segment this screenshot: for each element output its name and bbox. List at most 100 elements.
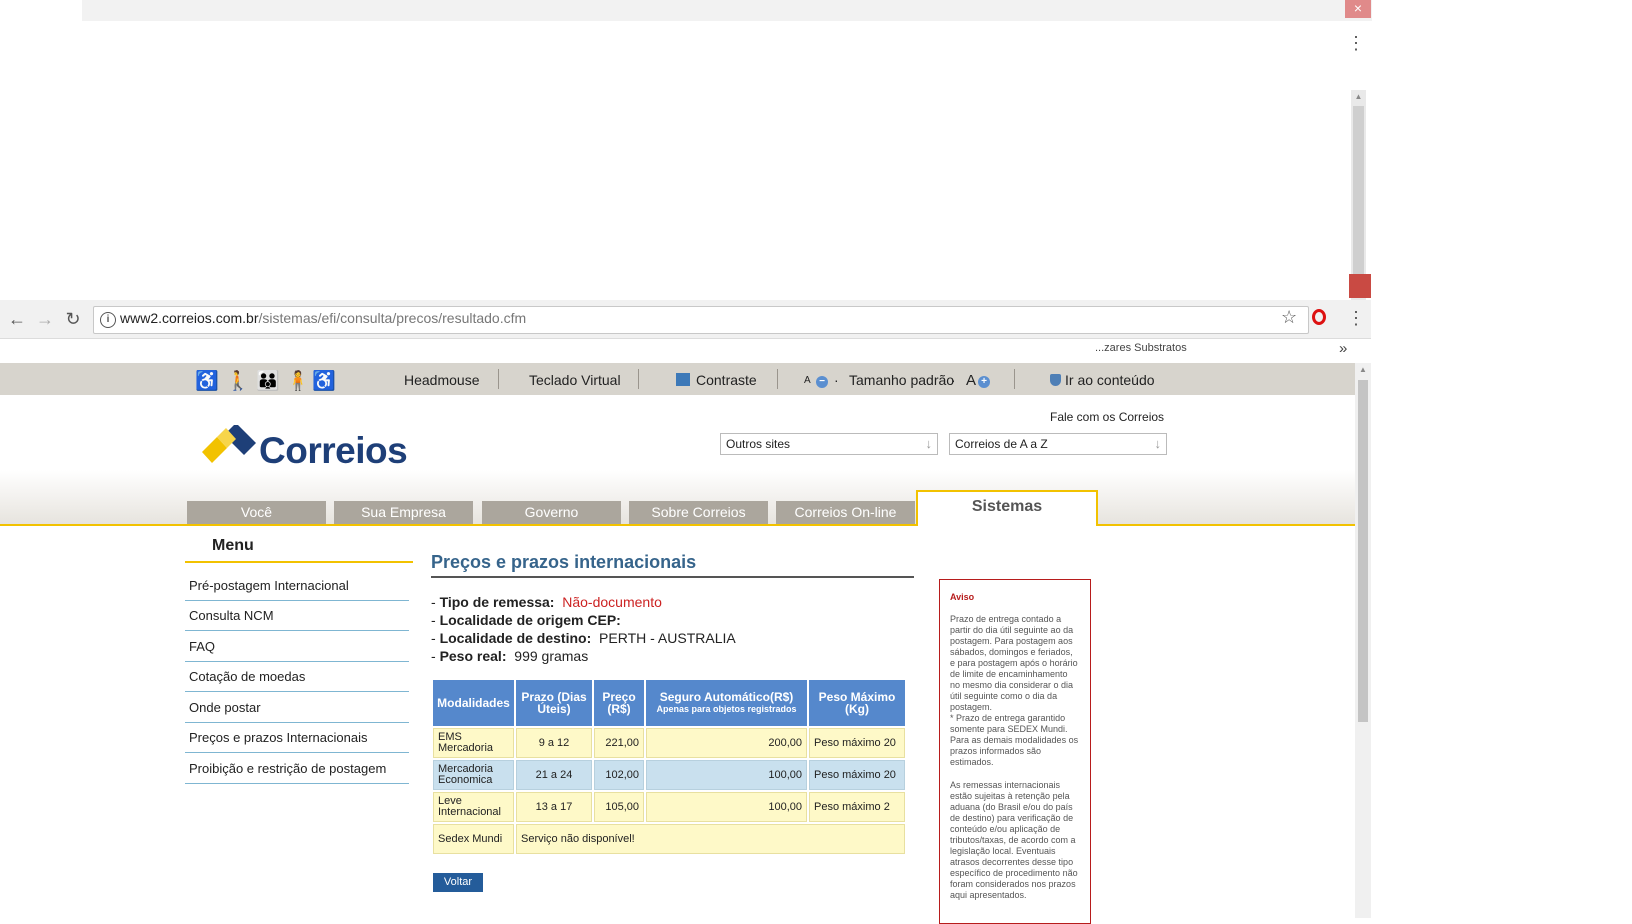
scroll-up-icon[interactable]: ▲ bbox=[1351, 90, 1366, 104]
outros-sites-select[interactable]: Outros sites ↓ bbox=[720, 433, 938, 455]
contraste-link[interactable]: Contraste bbox=[696, 372, 757, 388]
tab-correios-online[interactable]: Correios On-line bbox=[776, 501, 915, 524]
modalidade-cell: Sedex Mundi bbox=[433, 824, 514, 854]
close-icon[interactable]: × bbox=[1345, 0, 1371, 18]
kebab-icon[interactable]: ⋮ bbox=[1347, 34, 1365, 54]
prazo-cell: 13 a 17 bbox=[516, 792, 592, 822]
origem-line: - Localidade de origem CEP: bbox=[431, 612, 621, 628]
unavailable-cell: Serviço não disponível! bbox=[516, 824, 905, 854]
tab-sua-empresa[interactable]: Sua Empresa bbox=[334, 501, 473, 524]
teclado-virtual-link[interactable]: Teclado Virtual bbox=[529, 372, 621, 388]
seguro-cell: 100,00 bbox=[646, 760, 807, 790]
forward-arrow-icon[interactable]: → bbox=[34, 308, 56, 330]
origem-label: Localidade de origem CEP: bbox=[439, 612, 621, 628]
wheelchair-icon[interactable]: ♿ bbox=[312, 369, 336, 393]
fale-com-correios-link[interactable]: Fale com os Correios bbox=[1050, 410, 1164, 424]
peso-label: Peso real: bbox=[439, 648, 507, 664]
tab-sobre-correios[interactable]: Sobre Correios bbox=[629, 501, 768, 524]
accessibility-figure-icon[interactable]: 🧍 bbox=[286, 369, 310, 393]
peso-line: - Peso real: 999 gramas bbox=[431, 648, 589, 664]
title-rule bbox=[431, 576, 914, 578]
menu-item-onde-postar[interactable]: Onde postar bbox=[185, 693, 409, 723]
menu-item-pre-postagem[interactable]: Pré-postagem Internacional bbox=[185, 571, 409, 601]
scroll-up-icon[interactable]: ▲ bbox=[1355, 363, 1371, 377]
aviso-box: Aviso Prazo de entrega contado a partir … bbox=[939, 579, 1091, 924]
aviso-text-1: Prazo de entrega contado a partir do dia… bbox=[950, 614, 1078, 712]
url-text[interactable]: www2.correios.com.br/sistemas/efi/consul… bbox=[120, 310, 526, 326]
reload-icon[interactable]: ↻ bbox=[62, 308, 84, 330]
tab-voce[interactable]: Você bbox=[187, 501, 326, 524]
table-row: Sedex Mundi Serviço não disponível! bbox=[433, 824, 905, 854]
dot-separator: · bbox=[951, 372, 956, 388]
menu-item-faq[interactable]: FAQ bbox=[185, 632, 409, 662]
tamanho-padrao-link[interactable]: Tamanho padrão bbox=[849, 372, 954, 388]
background-scrollbar-thumb[interactable] bbox=[1353, 106, 1364, 276]
aviso-paragraph: As remessas internacionais estão sujeita… bbox=[950, 780, 1080, 901]
header-preco: Preço (R$) bbox=[594, 680, 644, 726]
seguro-cell: 200,00 bbox=[646, 728, 807, 758]
header-seguro-label: Seguro Automático(R$) bbox=[659, 690, 794, 704]
aviso-paragraph: Prazo de entrega contado a partir do dia… bbox=[950, 614, 1080, 713]
url-host: www2.correios.com.br bbox=[120, 310, 259, 326]
info-icon[interactable]: i bbox=[100, 312, 116, 328]
table-row: Leve Internacional 13 a 17 105,00 100,00… bbox=[433, 792, 905, 822]
kebab-icon[interactable]: ⋮ bbox=[1347, 308, 1365, 329]
header-divider bbox=[0, 524, 1355, 526]
tab-sistemas[interactable]: Sistemas bbox=[916, 490, 1098, 526]
outros-sites-value: Outros sites bbox=[726, 437, 791, 451]
headmouse-link[interactable]: Headmouse bbox=[404, 372, 480, 388]
dropdown-arrow-icon: ↓ bbox=[1154, 436, 1162, 451]
peso-cell: Peso máximo 20 bbox=[809, 728, 905, 758]
tipo-remessa-value: Não-documento bbox=[562, 594, 662, 610]
peso-value: 999 gramas bbox=[514, 648, 589, 664]
accessibility-figure-icon[interactable]: 👪 bbox=[256, 369, 280, 393]
page-scrollbar-thumb[interactable] bbox=[1358, 380, 1368, 722]
table-row: EMS Mercadoria 9 a 12 221,00 200,00 Peso… bbox=[433, 728, 905, 758]
prazo-cell: 21 a 24 bbox=[516, 760, 592, 790]
menu-item-cotacao-moedas[interactable]: Cotação de moedas bbox=[185, 662, 409, 692]
prazo-cell: 9 a 12 bbox=[516, 728, 592, 758]
header-seguro-note: Apenas para objetos registrados bbox=[656, 704, 797, 714]
font-increase-label[interactable]: A bbox=[966, 372, 976, 389]
contrast-icon[interactable] bbox=[676, 373, 690, 386]
header-seguro: Seguro Automático(R$) Apenas para objetos… bbox=[646, 680, 807, 726]
tipo-remessa-line: - Tipo de remessa: Não-documento bbox=[431, 594, 662, 610]
dot-separator: · bbox=[834, 372, 839, 388]
seguro-cell: 100,00 bbox=[646, 792, 807, 822]
correios-logo-text[interactable]: Correios bbox=[259, 430, 408, 472]
tab-governo[interactable]: Governo bbox=[482, 501, 621, 524]
table-row: Mercadoria Economica 21 a 24 102,00 100,… bbox=[433, 760, 905, 790]
destino-label: Localidade de destino: bbox=[439, 630, 592, 646]
menu-underline bbox=[185, 561, 413, 563]
bookmark-item[interactable]: ...zares Substratos bbox=[1095, 342, 1187, 354]
prices-table: Modalidades Prazo (Dias Úteis) Preço (R$… bbox=[431, 678, 907, 856]
accessibility-figure-icon[interactable]: 🚶 bbox=[226, 369, 250, 393]
aviso-text-2: * Prazo de entrega garantido somente par… bbox=[950, 713, 1079, 767]
correios-a-z-select[interactable]: Correios de A a Z ↓ bbox=[949, 433, 1167, 455]
bookmarks-more-icon[interactable]: » bbox=[1339, 340, 1347, 357]
menu-item-proibicao[interactable]: Proibição e restrição de postagem bbox=[185, 754, 409, 784]
preco-cell: 105,00 bbox=[594, 792, 644, 822]
back-arrow-icon[interactable]: ← bbox=[6, 308, 28, 330]
preco-cell: 221,00 bbox=[594, 728, 644, 758]
font-decrease-label[interactable]: A bbox=[804, 375, 811, 386]
font-increase-icon[interactable]: + bbox=[978, 376, 990, 388]
accessibility-figure-icon[interactable]: ♿ bbox=[195, 369, 219, 393]
ir-ao-conteudo-link[interactable]: Ir ao conteúdo bbox=[1065, 372, 1155, 388]
header-prazo: Prazo (Dias Úteis) bbox=[516, 680, 592, 726]
star-icon[interactable]: ☆ bbox=[1281, 307, 1297, 328]
menu-item-precos-prazos[interactable]: Preços e prazos Internacionais bbox=[185, 723, 409, 753]
modalidade-cell: Mercadoria Economica bbox=[433, 760, 514, 790]
menu-item-consulta-ncm[interactable]: Consulta NCM bbox=[185, 601, 409, 631]
window-corner bbox=[1349, 274, 1371, 298]
voltar-button[interactable]: Voltar bbox=[433, 873, 483, 892]
separator bbox=[777, 369, 778, 389]
correios-logo-icon[interactable] bbox=[200, 425, 260, 469]
table-header-row: Modalidades Prazo (Dias Úteis) Preço (R$… bbox=[433, 680, 905, 726]
font-decrease-icon[interactable]: − bbox=[816, 376, 828, 388]
preco-cell: 102,00 bbox=[594, 760, 644, 790]
peso-cell: Peso máximo 20 bbox=[809, 760, 905, 790]
aviso-text-3: As remessas internacionais estão sujeita… bbox=[950, 780, 1078, 900]
opera-icon[interactable] bbox=[1312, 309, 1326, 325]
destino-value: PERTH - AUSTRALIA bbox=[599, 630, 736, 646]
